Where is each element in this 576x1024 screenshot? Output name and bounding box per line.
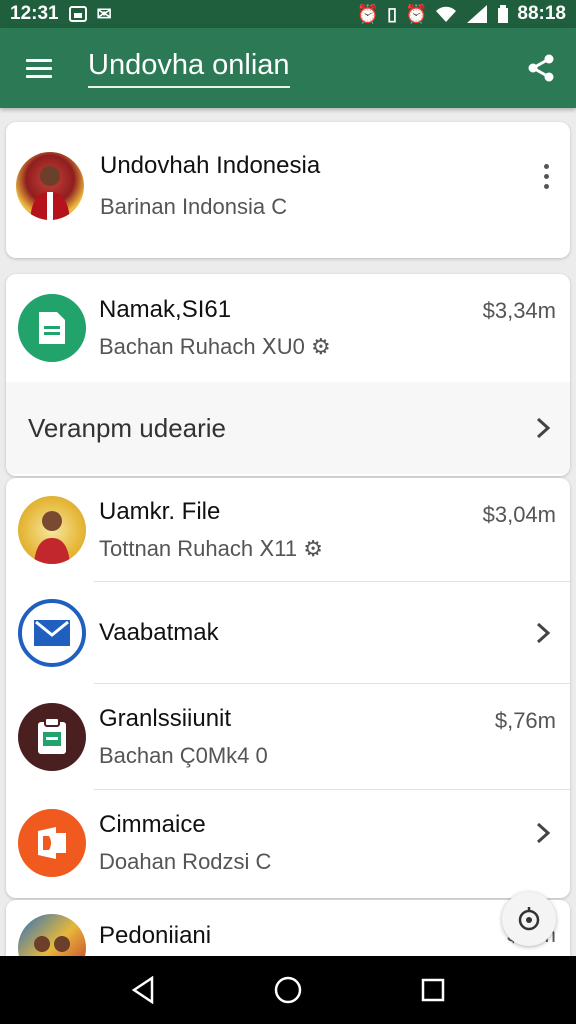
list-item-texts: Cimmaice Doahan Rodzsi C (99, 811, 532, 875)
nav-bar (0, 956, 576, 1024)
list-item-texts: Vaabatmak (99, 619, 532, 647)
see-more-label: Veranpm udearie (28, 412, 227, 443)
alarm-icon: ⏰ (404, 4, 428, 24)
wifi-icon (436, 6, 457, 22)
list-item-texts: Granlssiiunit Bachan Ç0Mk4 0 (99, 705, 495, 769)
header-card: Undovhah Indonesia Barinan Indonsia C (6, 122, 570, 258)
profile-name: Undovhah Indonesia (100, 152, 321, 179)
share-icon[interactable] (506, 28, 576, 108)
list-item-title: Cimmaice (99, 811, 206, 838)
status-left: 12:31 ✉ (10, 3, 112, 25)
home-icon[interactable] (258, 960, 318, 1020)
vibrate-icon: ▯ (387, 4, 397, 24)
items-card-2: Uamkr. File Tottnan Ruhach Ⅹ11 ⚙ $3,04m … (6, 478, 570, 898)
list-item-amount: $3,04m (482, 502, 556, 527)
list-item-title: Uamkr. File (99, 498, 221, 525)
status-time: 12:31 (10, 3, 59, 24)
list-item-texts: Uamkr. File Tottnan Ruhach Ⅹ11 ⚙ (99, 498, 483, 562)
list-item-subtitle: Doahan Rodzsi C (99, 849, 272, 874)
list-item-subtitle: Bachan Ç0Mk4 0 (99, 743, 268, 768)
status-bar: 12:31 ✉ ⏰ ▯ ⏰ 88:18 (0, 0, 576, 28)
list-item-cimmaice[interactable]: Cimmaice Doahan Rodzsi C (6, 790, 570, 896)
person-avatar-icon (18, 496, 86, 564)
gallery-icon (68, 6, 87, 22)
list-item-vaabatmak[interactable]: Vaabatmak (6, 582, 570, 684)
chevron-right-icon (532, 822, 554, 844)
recents-icon[interactable] (403, 960, 463, 1020)
status-clock: 88:18 (517, 3, 566, 24)
mail-icon: ✉ (96, 4, 112, 24)
page-title: Undovha onlian (88, 48, 290, 81)
list-item-subtitle: Bachan Ruhach ⅩU0 ⚙ (99, 334, 331, 359)
alarm-icon: ⏰ (356, 4, 380, 24)
document-icon (18, 294, 86, 362)
list-item-texts: Namak,SI61 Bachan Ruhach ⅩU0 ⚙ (99, 296, 483, 360)
profile-subtitle: Barinan Indonsia C (100, 194, 288, 219)
list-item-title: Namak,SI61 (99, 296, 232, 323)
items-card-1: Namak,SI61 Bachan Ruhach ⅩU0 ⚙ $3,34m Ve… (6, 274, 570, 476)
clipboard-icon (18, 703, 86, 771)
group-photo-icon (18, 914, 86, 956)
list-item-title: Granlssiiunit (99, 705, 232, 732)
list-item-title: Pedoniiani (99, 922, 212, 949)
signal-icon (467, 5, 488, 23)
list-item-file[interactable]: Uamkr. File Tottnan Ruhach Ⅹ11 ⚙ $3,04m (6, 478, 570, 582)
title-field[interactable]: Undovha onlian (88, 49, 290, 88)
list-item-subtitle: Tottnan Ruhach Ⅹ11 ⚙ (99, 536, 323, 561)
menu-icon[interactable] (0, 28, 78, 108)
settings-icon[interactable] (502, 892, 556, 946)
chevron-right-icon (532, 622, 554, 644)
battery-icon (498, 5, 509, 23)
app-bar: Undovha onlian (0, 28, 576, 108)
list-item-amount: $,76m (494, 708, 556, 733)
mail-icon (18, 599, 86, 667)
profile-texts: Undovhah Indonesia Barinan Indonsia C (100, 152, 526, 220)
list-item-pedoniiani[interactable]: Pedoniiani $,7m (6, 900, 570, 956)
list-item-namak[interactable]: Namak,SI61 Bachan Ruhach ⅩU0 ⚙ $3,34m (6, 274, 570, 382)
more-vert-icon[interactable] (526, 146, 566, 206)
office-icon (18, 809, 86, 877)
list-item-texts: Pedoniiani (99, 914, 507, 950)
list-item-amount: $3,34m (482, 298, 556, 323)
profile-row[interactable]: Undovhah Indonesia Barinan Indonsia C (6, 122, 570, 244)
list-item-granlssiiunit[interactable]: Granlssiiunit Bachan Ç0Mk4 0 $,76m (6, 684, 570, 790)
items-card-3: Pedoniiani $,7m (6, 900, 570, 956)
see-more-row[interactable]: Veranpm udearie (6, 382, 570, 474)
back-icon[interactable] (113, 960, 173, 1020)
person-icon (30, 166, 70, 220)
profile-avatar (16, 152, 84, 220)
status-right: ⏰ ▯ ⏰ 88:18 (357, 3, 566, 25)
list-item-title: Vaabatmak (99, 619, 219, 646)
chevron-right-icon (532, 417, 554, 439)
